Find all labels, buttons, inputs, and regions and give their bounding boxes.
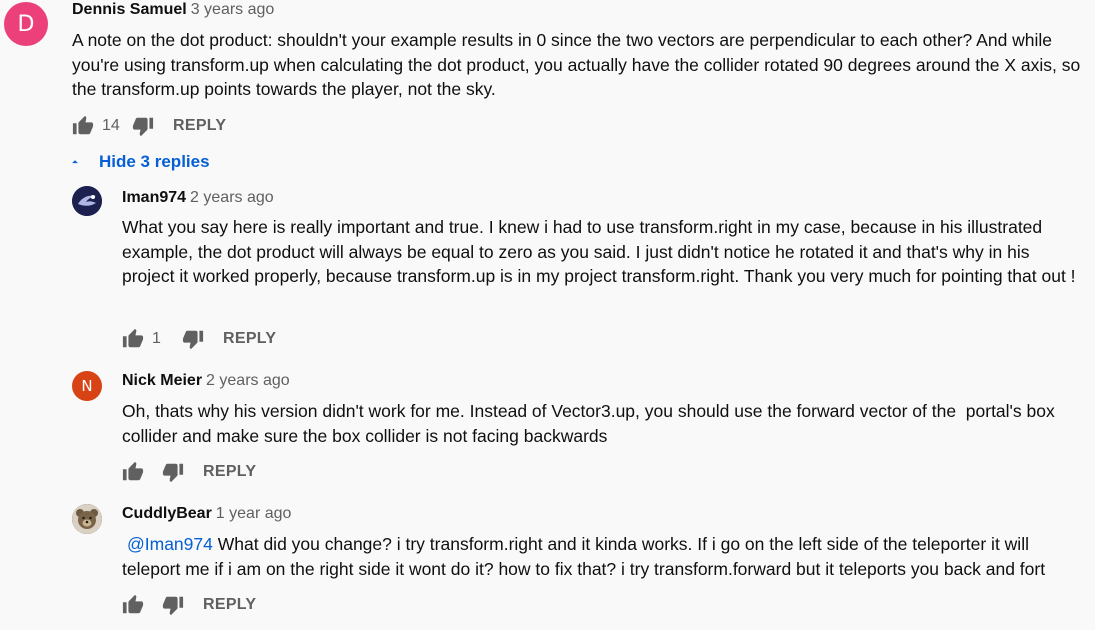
comment-header: Dennis Samuel 3 years ago [72, 1, 274, 19]
thumbs-down-icon[interactable] [162, 461, 184, 483]
comment-actions: 14 REPLY [72, 114, 226, 138]
thumbs-down-icon[interactable] [162, 594, 184, 616]
thumbs-up-icon[interactable] [72, 115, 94, 137]
avatar[interactable] [72, 504, 102, 534]
hide-replies-button[interactable]: Hide 3 replies [68, 150, 210, 174]
thumbs-up-icon[interactable] [122, 461, 144, 483]
like-count: 1 [152, 330, 161, 347]
avatar-image [72, 504, 102, 534]
thumbs-down-icon[interactable] [132, 115, 154, 137]
avatar-letter: N [81, 377, 93, 395]
reply-time[interactable]: 2 years ago [190, 189, 274, 206]
avatar-image [72, 186, 102, 216]
mention-link[interactable]: @Iman974 [127, 534, 213, 554]
reply-author[interactable]: Nick Meier [122, 372, 202, 389]
reply-button[interactable]: REPLY [173, 117, 226, 135]
reply-header: Nick Meier 2 years ago [122, 372, 290, 390]
reply-text: What you say here is really important an… [122, 217, 1076, 286]
reply-thread: CuddlyBear 1 year ago @Iman974 What did y… [0, 499, 1095, 630]
thumbs-up-icon[interactable] [122, 594, 144, 616]
reply-text-content: What did you change? i try transform.rig… [122, 534, 1046, 579]
thumbs-down-icon[interactable] [182, 328, 204, 350]
reply-header: Iman974 2 years ago [122, 189, 274, 207]
reply-author[interactable]: CuddlyBear [122, 505, 212, 522]
avatar[interactable]: D [4, 2, 48, 46]
hide-replies-label: Hide 3 replies [99, 152, 210, 171]
reply-header: CuddlyBear 1 year ago [122, 505, 291, 523]
reply-time[interactable]: 1 year ago [216, 505, 292, 522]
reply-actions: 1 REPLY [122, 327, 276, 351]
avatar[interactable]: N [72, 371, 102, 401]
comment-time[interactable]: 3 years ago [191, 1, 275, 18]
comment-thread: D Dennis Samuel 3 years ago A note on the… [0, 0, 1095, 150]
avatar[interactable] [72, 186, 102, 216]
reply-text: Oh, thats why his version didn't work fo… [122, 401, 1060, 446]
reply-actions: REPLY [122, 593, 256, 617]
caret-up-icon [72, 160, 78, 164]
comment-author[interactable]: Dennis Samuel [72, 1, 187, 18]
reply-thread: N Nick Meier 2 years ago Oh, thats why hi… [0, 366, 1095, 486]
like-count: 14 [102, 117, 120, 134]
reply-button[interactable]: REPLY [203, 463, 256, 481]
reply-button[interactable]: REPLY [223, 330, 276, 348]
reply-text: @Iman974 What did you change? i try tran… [122, 532, 1080, 581]
reply-time[interactable]: 2 years ago [206, 372, 290, 389]
reply-thread: Iman974 2 years ago What you say here is … [0, 180, 1095, 360]
comment-text: A note on the dot product: shouldn't you… [72, 30, 1081, 99]
thumbs-up-icon[interactable] [122, 328, 144, 350]
reply-actions: REPLY [122, 460, 256, 484]
reply-button[interactable]: REPLY [203, 596, 256, 614]
reply-author[interactable]: Iman974 [122, 189, 186, 206]
avatar-letter: D [17, 11, 35, 37]
